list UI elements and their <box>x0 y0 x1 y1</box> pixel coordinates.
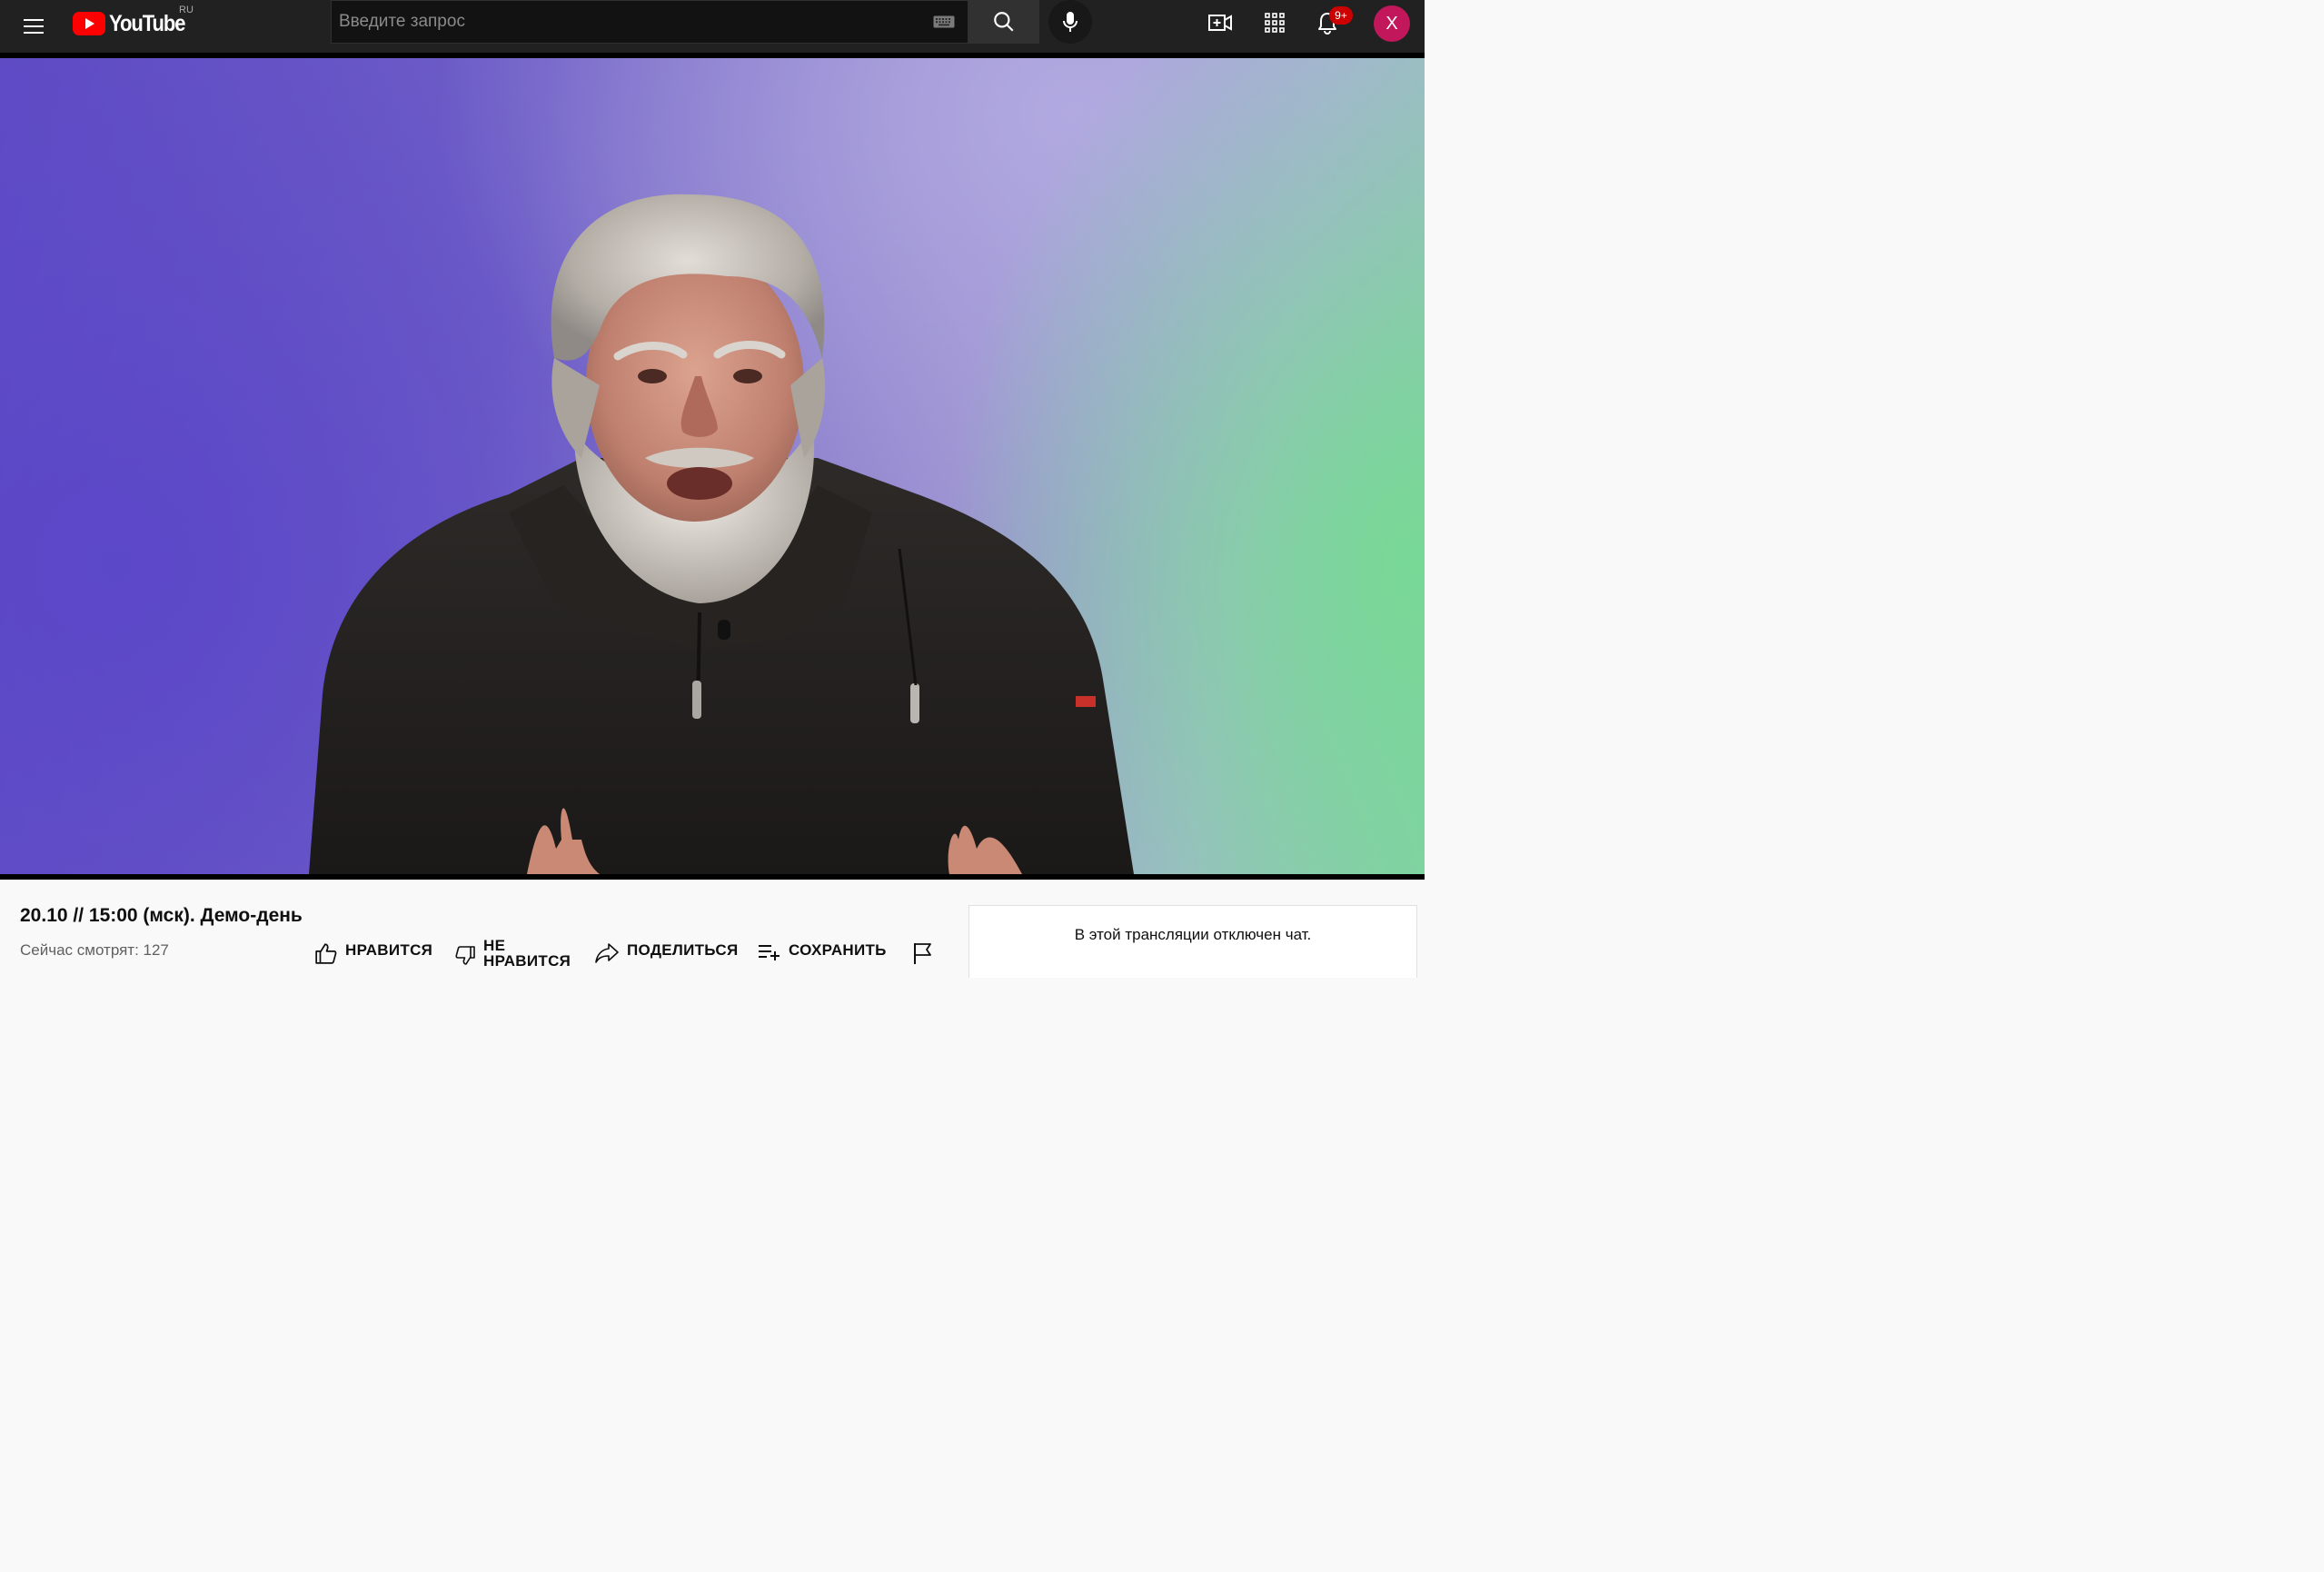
microphone-icon <box>1063 12 1078 32</box>
save-label: СОХРАНИТЬ <box>789 941 887 959</box>
youtube-play-icon <box>73 12 105 35</box>
report-button[interactable] <box>912 941 934 965</box>
share-arrow-icon <box>595 943 619 963</box>
dislike-button[interactable]: НЕ НРАВИТСЯ <box>454 938 571 969</box>
like-button[interactable]: НРАВИТСЯ <box>314 941 432 965</box>
region-label: RU <box>179 5 194 15</box>
create-button[interactable] <box>1201 4 1239 42</box>
search-box <box>331 0 968 44</box>
save-button[interactable]: СОХРАНИТЬ <box>758 941 887 961</box>
apps-button[interactable] <box>1256 4 1294 42</box>
chat-disabled-message: В этой трансляции отключен чат. <box>1074 926 1312 943</box>
live-chat-panel: В этой трансляции отключен чат. <box>968 905 1417 978</box>
notifications-badge: 9+ <box>1329 6 1353 25</box>
video-player[interactable] <box>0 58 1425 874</box>
viewer-count: Сейчас смотрят: 127 <box>20 941 169 959</box>
search-button[interactable] <box>968 0 1039 44</box>
search-input[interactable] <box>332 1 920 43</box>
search-icon <box>993 12 1014 32</box>
flag-icon <box>914 943 931 964</box>
thumbs-up-icon <box>315 943 337 964</box>
avatar[interactable]: X <box>1374 5 1410 42</box>
voice-search-button[interactable] <box>1048 0 1092 44</box>
thumbs-down-icon <box>455 946 475 965</box>
playlist-add-icon <box>759 945 780 960</box>
hamburger-icon <box>24 19 44 34</box>
menu-button[interactable] <box>15 7 53 45</box>
dislike-label-line1: НЕ <box>483 937 506 954</box>
youtube-logo[interactable]: YouTube <box>73 9 195 38</box>
dislike-label-line2: НРАВИТСЯ <box>483 952 571 970</box>
like-label: НРАВИТСЯ <box>345 941 433 959</box>
logo-text: YouTube <box>109 10 186 36</box>
keyboard-icon <box>933 15 955 28</box>
share-button[interactable]: ПОДЕЛИТЬСЯ <box>594 941 739 963</box>
masthead: YouTube RU Введите запрос 9+ X <box>0 0 1425 58</box>
avatar-letter: X <box>1385 13 1398 34</box>
share-label: ПОДЕЛИТЬСЯ <box>627 941 739 959</box>
keyboard-button[interactable] <box>920 1 968 43</box>
apps-grid-icon <box>1265 13 1285 33</box>
video-title: 20.10 // 15:00 (мск). Демо-день <box>20 905 303 926</box>
video-frame <box>309 194 1134 874</box>
video-create-icon <box>1208 15 1232 31</box>
